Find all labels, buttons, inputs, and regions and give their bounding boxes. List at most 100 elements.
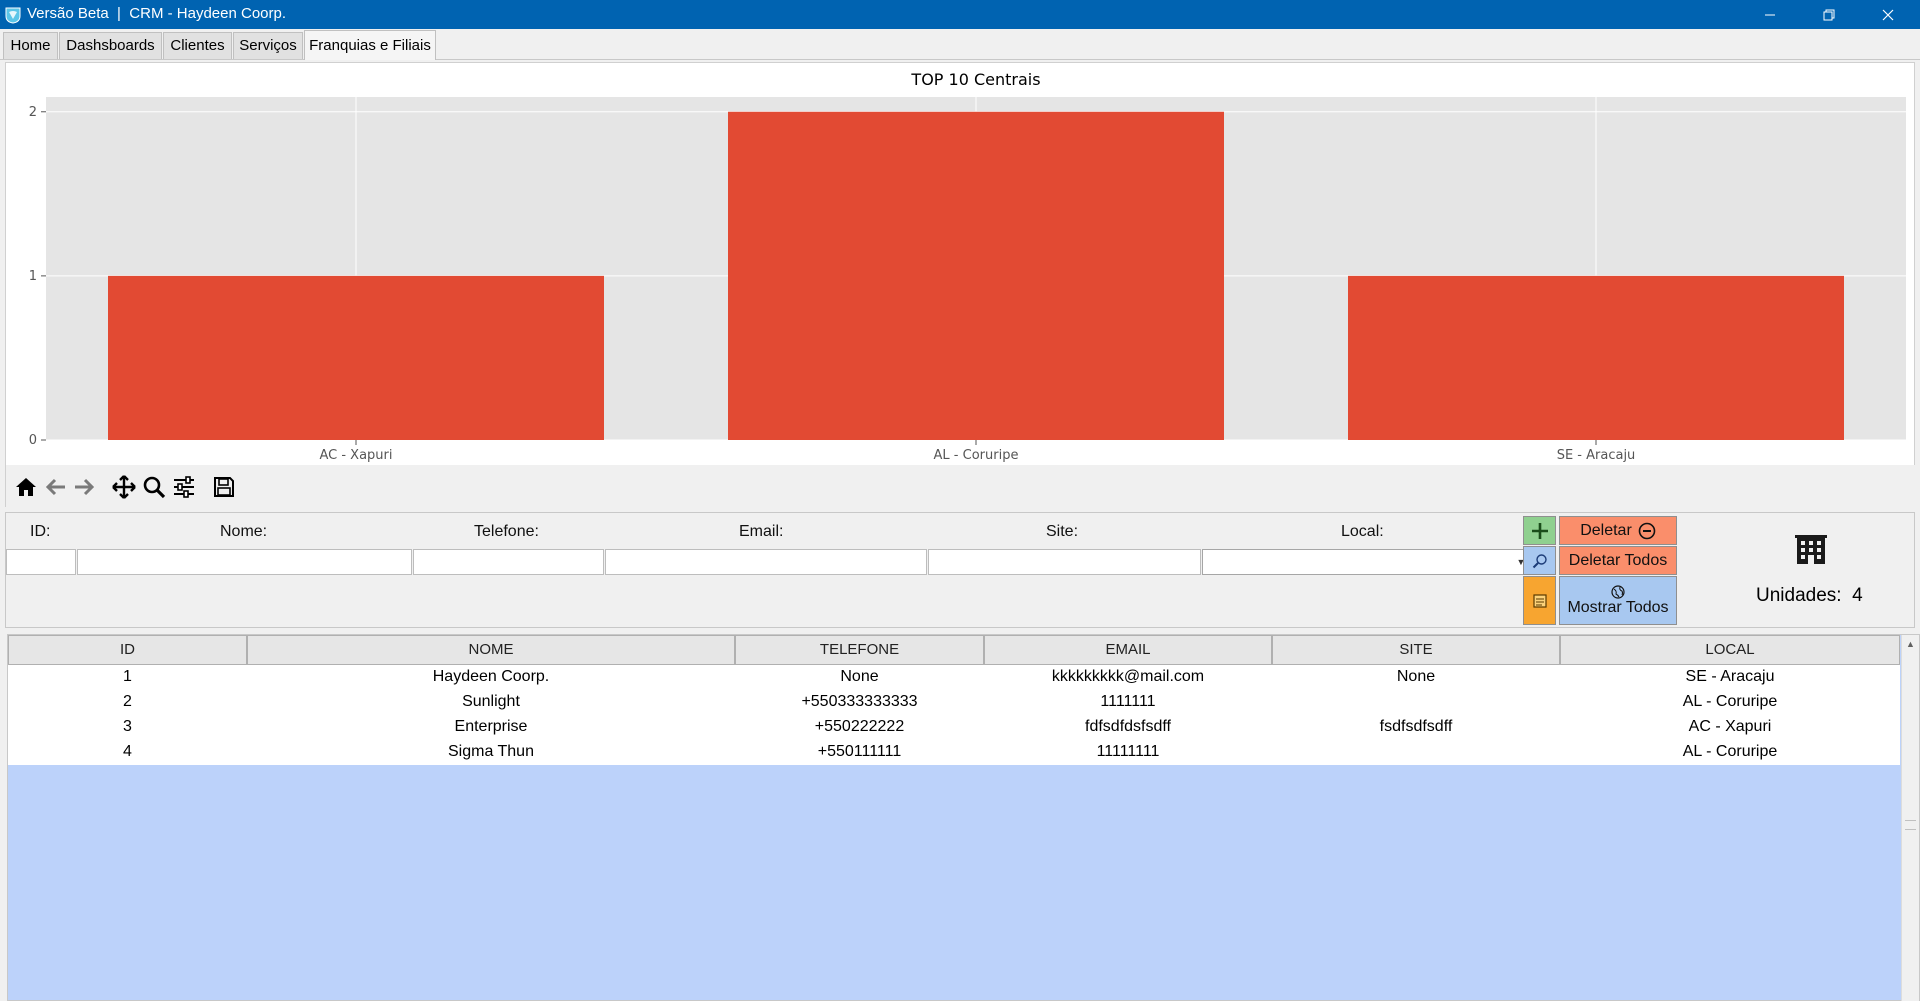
scroll-up-icon[interactable]: ▲ (1906, 639, 1915, 649)
delete-button-label: Deletar (1580, 521, 1632, 539)
search-icon (1532, 553, 1547, 568)
cell-local: AL - Coruripe (1682, 743, 1778, 760)
search-button[interactable] (1523, 546, 1556, 575)
unidades-counter: Unidades: 4 (1756, 585, 1863, 607)
forward-button[interactable] (70, 473, 98, 501)
save-figure-button[interactable] (210, 473, 238, 501)
nome-field[interactable] (77, 549, 412, 575)
app-logo-icon (5, 7, 21, 24)
table-header: ID NOME TELEFONE EMAIL SITE LOCAL (8, 635, 1900, 665)
cell-nome: Sigma Thun (448, 743, 534, 760)
close-icon (1882, 9, 1893, 20)
site-label: Site: (1046, 523, 1079, 540)
unidades-label: Unidades: (1756, 585, 1842, 606)
pan-icon (112, 475, 136, 499)
y-tick-label: 0 (29, 433, 37, 448)
back-button[interactable] (42, 473, 70, 501)
bar-chart: 0 1 2 AC - Xapuri AL - Coruripe SE - Aracaju T… (29, 70, 1906, 463)
table-row[interactable]: 3 Enterprise +550222222 fdfsdfdsfsdff fsdfsd… (8, 715, 1900, 740)
tab-home[interactable]: Home (3, 32, 58, 59)
chart-title: TOP 10 Centrais (910, 70, 1040, 89)
cell-local: AL - Coruripe (1682, 693, 1778, 710)
column-header-telefone[interactable]: TELEFONE (735, 635, 984, 665)
cell-nome: Haydeen Coorp. (432, 668, 550, 685)
title-bar: Versão Beta | CRM - Haydeen Coorp. (0, 0, 1920, 29)
show-all-button[interactable]: Mostrar Todos (1559, 576, 1677, 625)
scrollbar-grip[interactable] (1905, 820, 1916, 830)
form-panel: ID: Nome: Telefone: Email: Site: Local: … (5, 512, 1915, 628)
cell-site (1272, 740, 1560, 765)
cell-email: 1111111 (1100, 693, 1156, 710)
zoom-icon (143, 476, 166, 499)
form-icon (1532, 593, 1547, 608)
minimize-icon (1764, 14, 1775, 15)
table-row[interactable]: 1 Haydeen Coorp. None kkkkkkkkk@mail.com Non… (8, 665, 1900, 690)
add-button[interactable] (1523, 516, 1556, 545)
cell-local: SE - Aracaju (1685, 668, 1775, 685)
column-header-nome[interactable]: NOME (247, 635, 735, 665)
show-all-button-label: Mostrar Todos (1567, 598, 1669, 616)
cell-local: AC - Xapuri (1688, 718, 1772, 735)
chart-panel: 0 1 2 AC - Xapuri AL - Coruripe SE - Aracaju T… (5, 62, 1916, 507)
cell-site (1272, 690, 1560, 715)
cell-email: kkkkkkkkk@mail.com (1051, 668, 1205, 685)
tab-servicos[interactable]: Serviços (233, 32, 303, 59)
delete-all-button-label: Deletar Todos (1568, 551, 1668, 569)
cell-site: None (1396, 668, 1436, 685)
bar-1 (108, 275, 604, 440)
cell-telefone: +550222222 (814, 718, 905, 735)
table-body: 1 Haydeen Coorp. None kkkkkkkkk@mail.com Non… (8, 665, 1900, 765)
tab-franquias-filiais[interactable]: Franquias e Filiais (304, 30, 436, 60)
cell-email: 11111111 (1096, 743, 1160, 760)
y-tick-label: 2 (29, 105, 37, 120)
tab-dashboards[interactable]: Dashsboards (59, 32, 162, 59)
forward-arrow-icon (75, 478, 95, 496)
site-field[interactable] (928, 549, 1201, 575)
local-select[interactable]: ▼ (1202, 549, 1529, 575)
window-title: Versão Beta | CRM - Haydeen Coorp. (27, 5, 287, 22)
building-icon (1795, 535, 1827, 564)
cell-site: fsdfsdfsdff (1379, 718, 1453, 735)
column-header-site[interactable]: SITE (1272, 635, 1560, 665)
minus-circle-icon (1638, 522, 1656, 539)
cell-nome: Enterprise (454, 718, 528, 735)
cell-telefone: +550111111 (817, 743, 902, 760)
chart-toolbar (6, 465, 1916, 507)
table-row[interactable]: 4 Sigma Thun +550111111 11111111 AL - Coruri… (8, 740, 1900, 765)
column-header-id[interactable]: ID (8, 635, 247, 665)
cell-id: 4 (123, 743, 132, 760)
zoom-button[interactable] (140, 473, 168, 501)
restore-button[interactable] (1801, 0, 1856, 29)
x-tick-label: SE - Aracaju (1557, 448, 1636, 463)
save-icon (214, 477, 234, 497)
close-button[interactable] (1860, 0, 1915, 29)
x-tick-label: AC - Xapuri (319, 448, 392, 463)
nome-label: Nome: (220, 523, 268, 540)
column-header-local[interactable]: LOCAL (1560, 635, 1900, 665)
cell-id: 1 (123, 668, 132, 685)
telefone-field[interactable] (413, 549, 604, 575)
clear-form-button[interactable] (1523, 576, 1556, 625)
delete-button[interactable]: Deletar (1559, 516, 1677, 545)
id-field[interactable] (6, 549, 76, 575)
globe-icon (1611, 584, 1625, 599)
cell-id: 3 (123, 718, 132, 735)
back-arrow-icon (45, 478, 65, 496)
email-field[interactable] (605, 549, 927, 575)
plus-icon (1531, 522, 1548, 539)
id-label: ID: (30, 523, 51, 540)
cell-telefone: +550333333333 (801, 693, 918, 710)
home-icon (16, 478, 36, 496)
delete-all-button[interactable]: Deletar Todos (1559, 546, 1677, 575)
minimize-button[interactable] (1742, 0, 1797, 29)
column-header-email[interactable]: EMAIL (984, 635, 1272, 665)
unidades-count: 4 (1852, 585, 1863, 606)
y-tick-label: 1 (29, 269, 37, 284)
tab-clientes[interactable]: Clientes (163, 32, 232, 59)
franchise-table: ID NOME TELEFONE EMAIL SITE LOCAL 1 Hayde… (7, 634, 1920, 1001)
pan-button[interactable] (110, 473, 138, 501)
vertical-scrollbar[interactable]: ▲ (1901, 635, 1919, 1001)
table-row[interactable]: 2 Sunlight +550333333333 1111111 AL - Coruri… (8, 690, 1900, 715)
home-button[interactable] (12, 473, 40, 501)
configure-subplots-button[interactable] (170, 473, 198, 501)
